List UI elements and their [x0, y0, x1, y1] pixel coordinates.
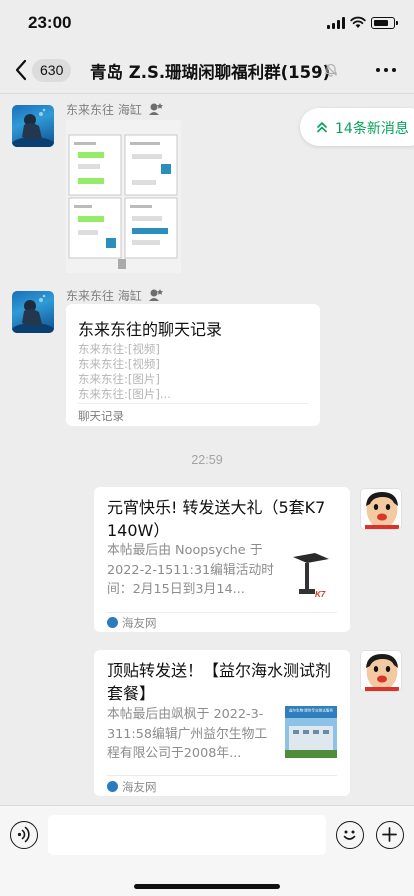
plus-button[interactable] — [376, 821, 404, 849]
link-card-thumbnail: K7 — [285, 549, 337, 601]
link-card-thumbnail: 益尔生物 提供专业测试服务 — [285, 706, 337, 758]
voice-button[interactable] — [10, 821, 38, 849]
status-bar: 23:00 — [0, 0, 414, 46]
unread-count-badge[interactable]: 630 — [32, 59, 72, 82]
divider — [107, 612, 337, 613]
input-bar — [0, 805, 414, 896]
chat-title: 青岛 Z.S.珊瑚闲聊福利群(159) — [90, 63, 331, 82]
image-message[interactable] — [66, 120, 181, 273]
emoji-icon — [343, 830, 356, 840]
back-icon[interactable] — [12, 58, 32, 82]
battery-icon — [371, 17, 398, 29]
svg-text:益尔生物 提供专业测试服务: 益尔生物 提供专业测试服务 — [289, 708, 334, 713]
avatar[interactable] — [12, 291, 54, 333]
mute-icon — [324, 63, 338, 77]
chat-record-line: 东来东往:[视频] — [78, 357, 160, 371]
link-card-title: 元宵快乐! 转发送大礼（5套K7 140W） — [107, 498, 326, 540]
new-messages-label: 14条新消息 — [335, 121, 409, 137]
avatar[interactable] — [360, 488, 402, 530]
double-chevron-up-icon — [317, 122, 327, 133]
chat-record-line: 东来东往:[图片] — [78, 372, 160, 386]
sender-name: 东来东往 海缸 — [66, 103, 142, 117]
link-card[interactable]: 元宵快乐! 转发送大礼（5套K7 140W） 本帖最后由 Noopsyche 于… — [94, 487, 350, 632]
link-card-source: 海友网 — [122, 616, 157, 630]
sender-name: 东来东往 海缸 — [66, 289, 142, 303]
message-timestamp: 22:59 — [191, 453, 223, 467]
home-indicator — [134, 884, 280, 889]
voice-icon — [17, 826, 30, 843]
link-card-description: 本帖最后由飒枫于 2022-3-311:58编辑广州益尔生物工程有限公司于200… — [107, 707, 268, 761]
chat-record-footer: 聊天记录 — [78, 409, 124, 423]
link-card-description: 本帖最后由 Noopsyche 于 2022-2-1511:31编辑活动时间：2… — [107, 543, 275, 597]
link-card-title: 顶贴转发送！【益尔海水测试剂套餐】 — [107, 661, 332, 703]
divider — [78, 403, 308, 404]
cellular-signal-icon — [327, 17, 345, 29]
link-card-source: 海友网 — [122, 780, 157, 794]
svg-text:K7: K7 — [315, 590, 326, 599]
member-badge-icon — [149, 289, 163, 301]
source-logo-icon — [107, 781, 118, 792]
nav-bar: 630 青岛 Z.S.珊瑚闲聊福利群(159) — [0, 46, 414, 94]
new-messages-pill[interactable]: 14条新消息 — [300, 108, 414, 146]
link-card[interactable]: 顶贴转发送！【益尔海水测试剂套餐】 本帖最后由飒枫于 2022-3-311:58… — [94, 650, 350, 796]
plus-icon — [382, 827, 397, 842]
chat-record-card[interactable]: 东来东往的聊天记录 东来东往:[视频] 东来东往:[视频] 东来东往:[图片] … — [66, 304, 320, 426]
source-logo-icon — [107, 617, 118, 628]
message-input[interactable] — [48, 815, 326, 855]
avatar[interactable] — [360, 650, 402, 692]
more-icon[interactable] — [376, 68, 396, 73]
avatar[interactable] — [12, 105, 54, 147]
emoji-button[interactable] — [336, 821, 364, 849]
chat-record-line: 东来东往:[视频] — [78, 342, 160, 356]
chat-record-title: 东来东往的聊天记录 — [78, 320, 223, 339]
status-time: 23:00 — [28, 13, 72, 32]
chat-record-line: 东来东往:[图片]... — [78, 387, 171, 401]
member-badge-icon — [149, 103, 163, 115]
divider — [107, 775, 337, 776]
wifi-icon — [350, 16, 366, 28]
